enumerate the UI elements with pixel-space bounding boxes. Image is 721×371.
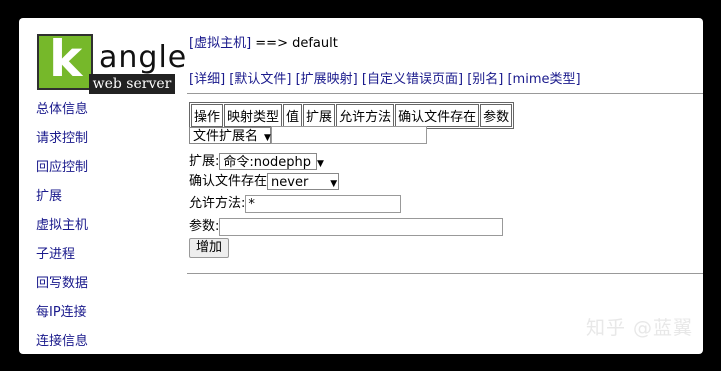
sidebar-item-label[interactable]: 总体信息	[36, 102, 88, 117]
methods-row: 允许方法: *	[189, 192, 402, 213]
confirm-file-select[interactable]: never ▼	[267, 173, 340, 190]
tab-custom-error-pages[interactable]: [自定义错误页面]	[362, 72, 463, 87]
sidebar-item-label[interactable]: 每IP连接	[36, 305, 87, 320]
tab-details[interactable]: [详细]	[189, 72, 225, 87]
window-panel: k angle web server 总体信息 请求控制 回应控制 扩展 虚拟主…	[19, 18, 703, 354]
sidebar-item-label[interactable]: 扩展	[36, 189, 62, 204]
confirm-file-row: 确认文件存在 never ▼	[189, 170, 340, 190]
logo-badge: k	[37, 30, 93, 90]
add-button[interactable]: 增加	[189, 238, 230, 258]
watermark: 知乎 @蓝翼	[585, 317, 693, 339]
sidebar-item-writeback[interactable]: 回写数据	[36, 272, 88, 301]
chevron-down-icon: ▼	[330, 179, 338, 189]
sidebar-item-label[interactable]: 子进程	[36, 247, 75, 262]
tab-default-files[interactable]: [默认文件]	[229, 72, 291, 87]
sidebar-item-per-ip-connections[interactable]: 每IP连接	[36, 301, 88, 330]
params-label: 参数:	[189, 219, 220, 234]
chevron-down-icon: ▼	[316, 159, 324, 169]
params-row: 参数:	[189, 215, 504, 236]
confirm-file-select-value: never	[271, 175, 309, 190]
sidebar-item-label[interactable]: 虚拟主机	[36, 218, 88, 233]
divider	[187, 93, 703, 94]
add-row: 增加	[189, 238, 230, 258]
params-input[interactable]	[219, 217, 504, 236]
sidebar-item-label[interactable]: 回应控制	[36, 160, 88, 175]
extension-select-value: 命令:nodephp	[223, 155, 311, 170]
chevron-down-icon: ▼	[264, 132, 271, 143]
table-header-row: 操作 映射类型 值 扩展 允许方法 确认文件存在 参数	[191, 104, 513, 127]
column-header-params: 参数	[480, 104, 513, 127]
column-header-allowed-methods: 允许方法	[336, 104, 395, 127]
sidebar-nav: 总体信息 请求控制 回应控制 扩展 虚拟主机 子进程 回写数据 每IP连接 连接…	[36, 98, 88, 354]
map-type-row: 文件扩展名 ▼	[189, 126, 427, 144]
sidebar-item-connection-info[interactable]: 连接信息	[36, 330, 88, 354]
mapping-table: 操作 映射类型 值 扩展 允许方法 确认文件存在 参数	[189, 102, 515, 129]
tab-extension-mapping[interactable]: [扩展映射]	[296, 72, 358, 87]
logo-tagline: web server	[89, 74, 175, 94]
breadcrumb-current: default	[292, 36, 338, 51]
allowed-methods-label: 允许方法:	[189, 196, 246, 211]
section-tabs: [详细] [默认文件] [扩展映射] [自定义错误页面] [别名] [mime类…	[189, 68, 581, 87]
sidebar-item-subprocess[interactable]: 子进程	[36, 243, 88, 272]
sidebar-item-response-control[interactable]: 回应控制	[36, 156, 88, 185]
extension-label: 扩展:	[189, 154, 220, 169]
confirm-file-label: 确认文件存在	[189, 174, 268, 189]
sidebar-item-extensions[interactable]: 扩展	[36, 185, 88, 214]
logo-wordmark: angle	[99, 40, 188, 75]
sidebar-item-request-control[interactable]: 请求控制	[36, 127, 88, 156]
sidebar-item-label[interactable]: 请求控制	[36, 131, 88, 146]
tab-aliases[interactable]: [别名]	[467, 72, 503, 87]
breadcrumb-arrow: ==>	[251, 36, 293, 51]
main-content: [虚拟主机] ==> default [详细] [默认文件] [扩展映射] [自…	[187, 18, 703, 354]
divider	[187, 273, 703, 274]
column-header-action: 操作	[191, 104, 224, 127]
extension-row: 扩展: 命令:nodephp ▼	[189, 150, 324, 170]
sidebar-item-overview[interactable]: 总体信息	[36, 98, 88, 127]
extension-select[interactable]: 命令:nodephp ▼	[219, 153, 324, 170]
sidebar-item-virtual-hosts[interactable]: 虚拟主机	[36, 214, 88, 243]
breadcrumb-link-virtual-hosts[interactable]: [虚拟主机]	[189, 36, 251, 51]
column-header-confirm-file: 确认文件存在	[395, 104, 480, 127]
kangle-logo: k angle web server	[37, 30, 186, 94]
column-header-map-type: 映射类型	[224, 104, 283, 127]
breadcrumb: [虚拟主机] ==> default	[189, 32, 338, 51]
column-header-value: 值	[283, 104, 303, 127]
map-type-select[interactable]: 文件扩展名 ▼	[189, 126, 271, 144]
map-value-input[interactable]	[271, 126, 427, 144]
logo-letter: k	[49, 30, 83, 88]
tab-mime-types[interactable]: [mime类型]	[507, 72, 580, 87]
column-header-extension: 扩展	[303, 104, 336, 127]
sidebar-item-label[interactable]: 连接信息	[36, 334, 88, 349]
allowed-methods-input[interactable]: *	[245, 194, 402, 213]
sidebar-item-label[interactable]: 回写数据	[36, 276, 88, 291]
map-type-select-value: 文件扩展名	[193, 128, 259, 144]
